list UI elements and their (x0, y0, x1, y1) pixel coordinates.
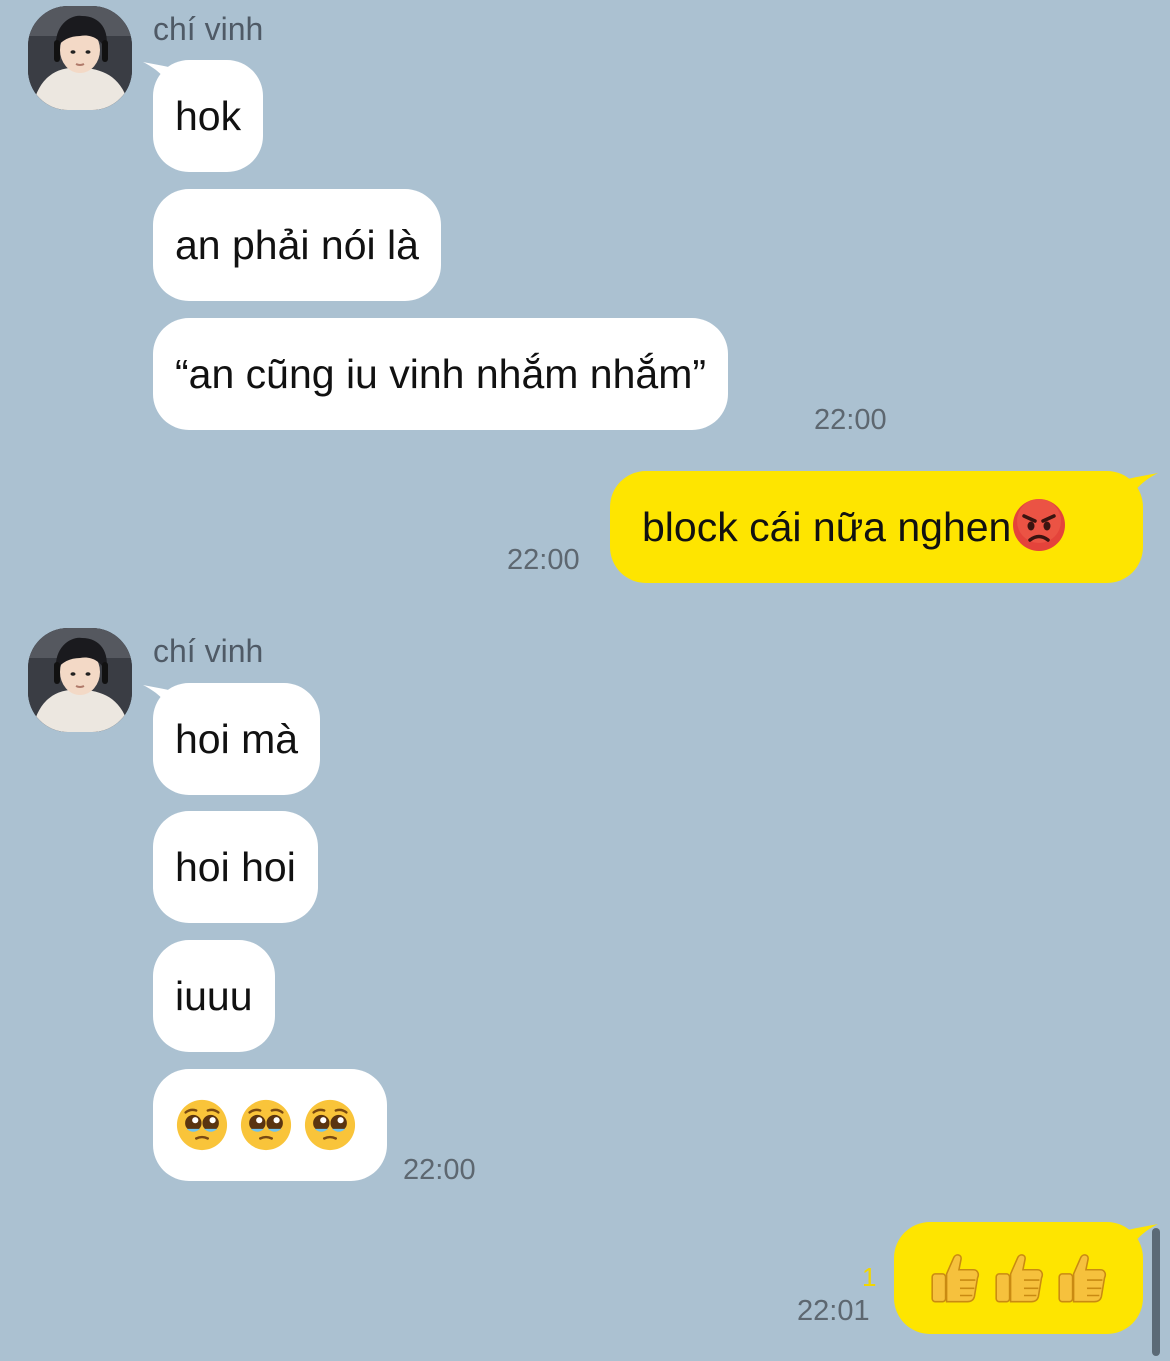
scrollbar[interactable] (1152, 1228, 1160, 1356)
message-text: hoi hoi (175, 844, 296, 890)
thumbs-up-emoji-icon (1058, 1254, 1107, 1303)
message-bubble[interactable]: iuuu (153, 940, 275, 1052)
profile-photo-icon (28, 6, 132, 110)
message-bubble[interactable]: an phải nói là (153, 189, 441, 301)
message-text: block cái nữa nghen (642, 504, 1012, 550)
avatar[interactable] (28, 6, 132, 110)
avatar[interactable] (28, 628, 132, 732)
profile-photo-icon (28, 628, 132, 732)
message-text: “an cũng iu vinh nhắm nhắm” (175, 351, 707, 397)
message-text: iuuu (175, 973, 253, 1019)
unread-count: 1 (862, 1262, 877, 1292)
message-bubble[interactable]: “an cũng iu vinh nhắm nhắm” (153, 318, 729, 430)
message-bubble-emoji[interactable] (153, 1069, 387, 1181)
message-bubble[interactable]: hok (153, 60, 264, 172)
message-bubble[interactable]: hoi hoi (153, 811, 318, 923)
pleading-face-emoji-icon (240, 1099, 292, 1151)
message-timestamp: 22:01 (797, 1295, 870, 1327)
sender-name: chí vinh (153, 11, 264, 47)
message-bubble[interactable]: hoi mà (153, 683, 321, 795)
pleading-face-emoji-icon (304, 1099, 356, 1151)
message-text: hok (175, 93, 242, 139)
message-timestamp: 22:00 (814, 404, 887, 436)
message-timestamp: 22:00 (507, 544, 580, 576)
thumbs-up-emoji-icon (931, 1254, 980, 1303)
pleading-face-emoji-icon (176, 1099, 228, 1151)
message-text: hoi mà (175, 716, 299, 762)
message-bubble-emoji-outgoing[interactable] (894, 1222, 1143, 1334)
bubble-tail (1128, 473, 1158, 501)
message-bubble-outgoing[interactable]: block cái nữa nghen (610, 471, 1143, 583)
message-text: an phải nói là (175, 222, 419, 268)
pouting-face-emoji-icon (1013, 499, 1066, 551)
sender-name: chí vinh (153, 633, 264, 669)
thumbs-up-emoji-icon (995, 1254, 1043, 1303)
message-timestamp: 22:00 (403, 1154, 476, 1186)
